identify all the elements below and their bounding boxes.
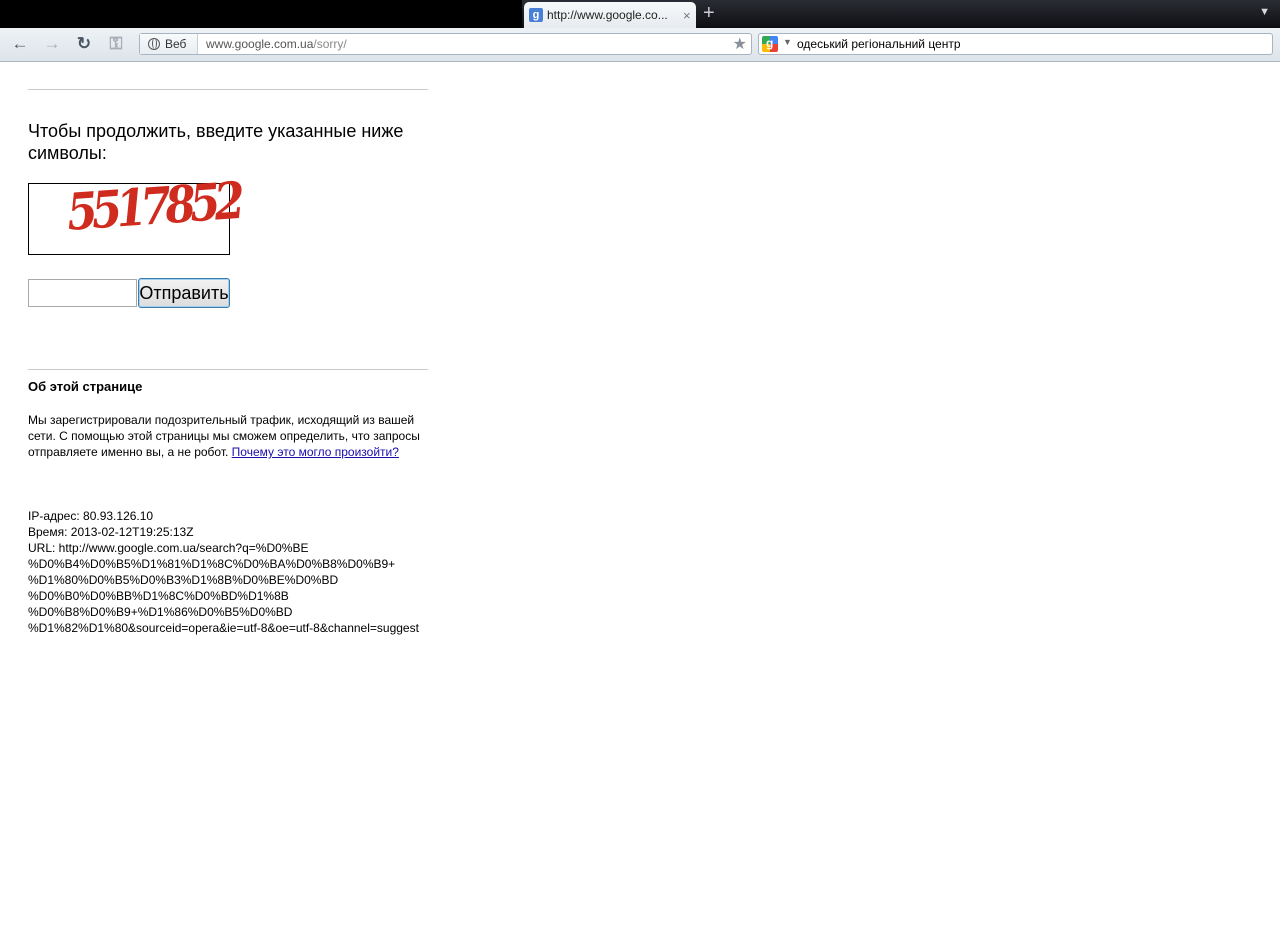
key-icon[interactable]: ⚿ [104,33,128,55]
request-url-line: URL: http://www.google.com.ua/search?q=%… [28,541,309,555]
globe-icon [148,38,160,50]
about-divider [28,369,428,370]
back-arrow-icon[interactable]: ← [8,33,32,55]
captcha-graphic: 5517852 [29,172,241,254]
address-path: /sorry/ [313,37,347,51]
close-icon[interactable]: × [683,8,691,23]
tab-menu-chevron-down-icon[interactable]: ▼ [1259,6,1270,18]
reload-icon[interactable]: ↻ [72,33,96,55]
navigation-toolbar: ← → ↻ ⚿ Веб www.google.com.ua/sorry/ ★ g… [0,28,1280,62]
request-url-line: %D0%B4%D0%B5%D1%81%D1%8C%D0%BA%D0%B8%D0%… [28,557,396,571]
request-url-line: %D1%82%D1%80&sourceid=opera&ie=utf-8&oe=… [28,621,419,635]
new-tab-plus-icon[interactable]: + [703,3,715,23]
search-engine-letter: g [766,36,774,50]
top-divider [28,89,428,90]
address-bar[interactable]: Веб www.google.com.ua/sorry/ ★ [139,33,752,55]
captcha-prompt: Чтобы продолжить, введите указанные ниже… [28,121,404,163]
web-chip-label: Веб [165,37,187,51]
tab-google[interactable]: g http://www.google.co... × [524,2,696,28]
request-url-line: %D1%80%D0%B5%D0%B3%D1%8B%D0%BE%D0%BD [28,573,339,587]
ip-address: IP-адрес: 80.93.126.10 [28,509,154,523]
request-url-line: %D0%B0%D0%BB%D1%8C%D0%BD%D1%8B [28,589,289,603]
tab-bar: g http://www.google.co... × + ▼ [0,0,1280,28]
captcha-image: 5517852 [28,172,241,255]
captcha-characters: 5517852 [65,171,241,243]
forward-arrow-icon[interactable]: → [40,33,64,55]
request-url-line: %D0%B8%D0%B9+%D1%86%D0%B5%D0%BD [28,605,293,619]
tab-title: http://www.google.co... [547,8,668,22]
bookmark-star-icon[interactable]: ★ [733,34,747,54]
about-text: Мы зарегистрировали подозрительный трафи… [28,412,423,460]
address-url[interactable]: www.google.com.ua/sorry/ [206,37,347,51]
search-field[interactable]: g ▼ одеський регіональний центр [758,33,1273,55]
address-host: www.google.com.ua [206,37,314,51]
why-link[interactable]: Почему это могло произойти? [232,445,399,459]
about-title: Об этой странице [28,379,143,394]
search-engine-chevron-down-icon[interactable]: ▼ [783,37,792,47]
request-details: IP-адрес: 80.93.126.10 Время: 2013-02-12… [28,508,468,636]
web-chip[interactable]: Веб [140,34,198,54]
captcha-input[interactable] [28,279,137,307]
google-favicon-icon: g [529,8,543,22]
tab-bar-empty-area [0,0,522,28]
submit-button[interactable]: Отправить [138,278,230,308]
request-time: Время: 2013-02-12T19:25:13Z [28,525,194,539]
google-search-engine-icon[interactable]: g [762,36,778,52]
search-input-value[interactable]: одеський регіональний центр [797,37,961,51]
